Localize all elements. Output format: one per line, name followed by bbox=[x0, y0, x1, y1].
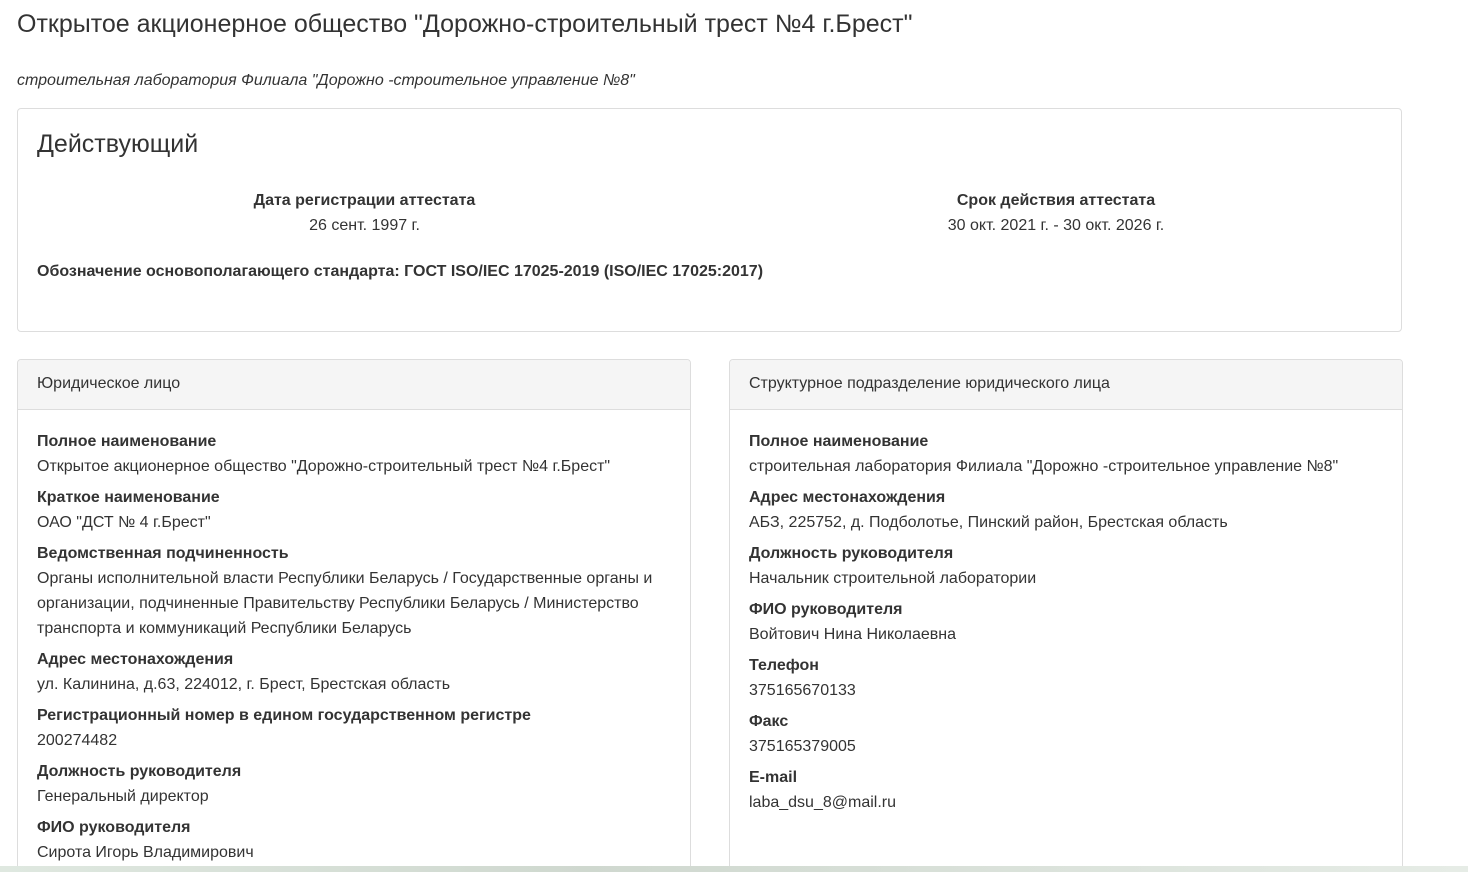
page-title: Открытое акционерное общество "Дорожно-с… bbox=[17, 10, 913, 38]
registration-date-value: 26 сент. 1997 г. bbox=[309, 217, 420, 234]
status-panel: Действующий Дата регистрации аттестата 2… bbox=[17, 108, 1402, 332]
field-head-position: Должность руководителя Генеральный дирек… bbox=[37, 759, 671, 809]
page: Открытое акционерное общество "Дорожно-с… bbox=[0, 0, 1468, 872]
bottom-strip bbox=[0, 866, 1468, 872]
field-value: 375165379005 bbox=[749, 738, 856, 755]
field-value: 375165670133 bbox=[749, 682, 856, 699]
field-full-name: Полное наименование Открытое акционерное… bbox=[37, 429, 671, 479]
field-label: Краткое наименование bbox=[37, 489, 220, 506]
field-label: Адрес местонахождения bbox=[749, 489, 946, 506]
field-label: Ведомственная подчиненность bbox=[37, 545, 289, 562]
field-value: ОАО "ДСТ № 4 г.Брест" bbox=[37, 514, 211, 531]
field-address: Адрес местонахождения ул. Калинина, д.63… bbox=[37, 647, 671, 697]
validity-block: Срок действия аттестата 30 окт. 2021 г. … bbox=[710, 188, 1402, 238]
field-label: Должность руководителя bbox=[37, 763, 242, 780]
field-address: Адрес местонахождения АБЗ, 225752, д. По… bbox=[749, 485, 1383, 535]
field-value: строительная лаборатория Филиала "Дорожн… bbox=[749, 458, 1339, 475]
field-value: ул. Калинина, д.63, 224012, г. Брест, Бр… bbox=[37, 676, 451, 693]
field-label: Полное наименование bbox=[749, 433, 929, 450]
field-value: Органы исполнительной власти Республики … bbox=[37, 570, 653, 637]
legal-entity-header: Юридическое лицо bbox=[18, 360, 690, 410]
standard-designation: Обозначение основополагающего стандарта:… bbox=[37, 263, 764, 280]
legal-entity-card: Юридическое лицо Полное наименование Отк… bbox=[17, 359, 691, 872]
field-fax: Факс 375165379005 bbox=[749, 709, 1383, 759]
field-value: АБЗ, 225752, д. Подболотье, Пинский райо… bbox=[749, 514, 1228, 531]
field-label: Телефон bbox=[749, 657, 819, 674]
field-value: Открытое акционерное общество "Дорожно-с… bbox=[37, 458, 611, 475]
field-short-name: Краткое наименование ОАО "ДСТ № 4 г.Брес… bbox=[37, 485, 671, 535]
field-value: laba_dsu_8@mail.ru bbox=[749, 794, 896, 811]
field-value: 200274482 bbox=[37, 732, 118, 749]
field-head-name: ФИО руководителя Войтович Нина Николаевн… bbox=[749, 597, 1383, 647]
field-label: ФИО руководителя bbox=[749, 601, 903, 618]
field-value: Начальник строительной лаборатории bbox=[749, 570, 1037, 587]
field-label: Должность руководителя bbox=[749, 545, 954, 562]
field-full-name: Полное наименование строительная лаборат… bbox=[749, 429, 1383, 479]
field-label: Регистрационный номер в едином государст… bbox=[37, 707, 531, 724]
registration-date-label: Дата регистрации аттестата bbox=[253, 192, 476, 209]
field-head-name: ФИО руководителя Сирота Игорь Владимиров… bbox=[37, 815, 671, 865]
field-label: Адрес местонахождения bbox=[37, 651, 234, 668]
field-email: E-mail laba_dsu_8@mail.ru bbox=[749, 765, 1383, 815]
field-value: Войтович Нина Николаевна bbox=[749, 626, 957, 643]
field-value: Сирота Игорь Владимирович bbox=[37, 844, 254, 861]
field-label: ФИО руководителя bbox=[37, 819, 191, 836]
field-label: Полное наименование bbox=[37, 433, 217, 450]
field-head-position: Должность руководителя Начальник строите… bbox=[749, 541, 1383, 591]
legal-entity-body: Полное наименование Открытое акционерное… bbox=[18, 410, 690, 865]
field-label: E-mail bbox=[749, 769, 798, 786]
structural-unit-card: Структурное подразделение юридического л… bbox=[729, 359, 1403, 872]
field-phone: Телефон 375165670133 bbox=[749, 653, 1383, 703]
field-registration-number: Регистрационный номер в едином государст… bbox=[37, 703, 671, 753]
field-value: Генеральный директор bbox=[37, 788, 209, 805]
registration-date-block: Дата регистрации аттестата 26 сент. 1997… bbox=[37, 188, 692, 238]
structural-unit-header: Структурное подразделение юридического л… bbox=[730, 360, 1402, 410]
field-subordination: Ведомственная подчиненность Органы испол… bbox=[37, 541, 671, 641]
status-heading: Действующий bbox=[37, 130, 199, 158]
validity-label: Срок действия аттестата bbox=[956, 192, 1156, 209]
field-label: Факс bbox=[749, 713, 789, 730]
validity-value: 30 окт. 2021 г. - 30 окт. 2026 г. bbox=[947, 217, 1165, 234]
lab-subtitle: строительная лаборатория Филиала "Дорожн… bbox=[17, 72, 635, 89]
structural-unit-body: Полное наименование строительная лаборат… bbox=[730, 410, 1402, 815]
